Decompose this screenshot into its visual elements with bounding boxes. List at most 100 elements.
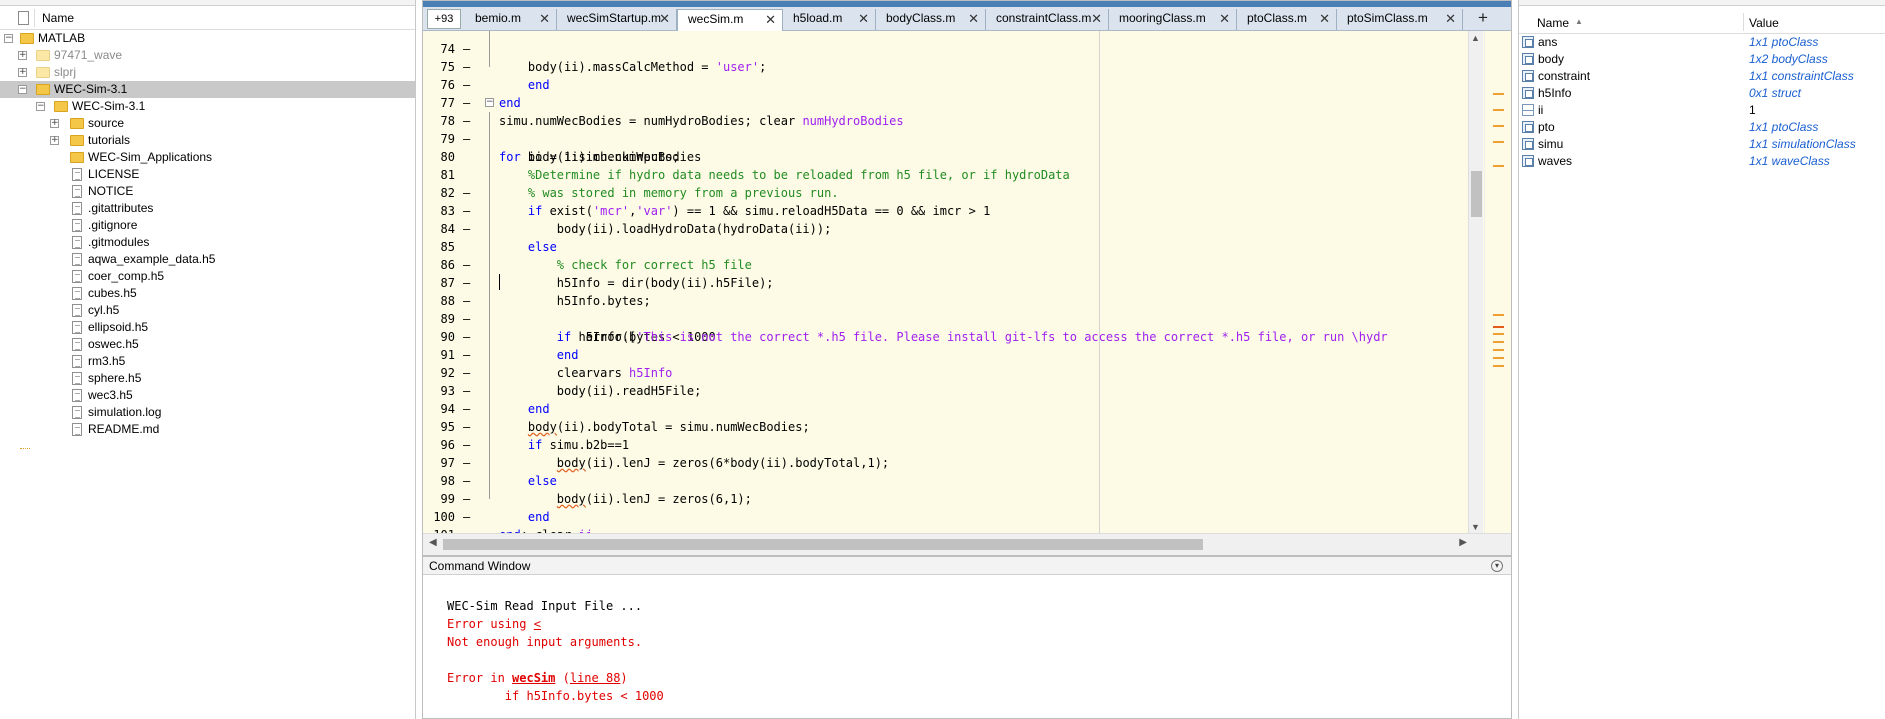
folder-item[interactable]: − MATLAB bbox=[0, 30, 415, 47]
file-item[interactable]: NOTICE bbox=[0, 183, 415, 200]
editor-tab[interactable]: constraintClass.m ✕ bbox=[986, 9, 1109, 30]
scroll-down-icon[interactable]: ▼ bbox=[1471, 522, 1480, 532]
folder-item[interactable]: − WEC-Sim-3.1 bbox=[0, 81, 415, 98]
workspace-column-header[interactable]: Name ▲ Value bbox=[1519, 10, 1885, 34]
code-line[interactable]: 92– body(ii).readH5File; bbox=[423, 346, 1485, 398]
workspace-variable-row[interactable]: pto 1x1 ptoClass bbox=[1519, 119, 1885, 136]
editor-tab[interactable]: bemio.m ✕ bbox=[465, 9, 557, 30]
name-column-label[interactable]: Name bbox=[42, 11, 74, 25]
code-line[interactable]: 81 % was stored in memory from a previou… bbox=[423, 148, 1485, 200]
close-icon[interactable]: ✕ bbox=[1219, 9, 1230, 28]
close-icon[interactable]: ✕ bbox=[1445, 9, 1456, 28]
file-item[interactable]: cyl.h5 bbox=[0, 302, 415, 319]
code-line[interactable]: 76– end bbox=[423, 58, 1485, 110]
code-line[interactable]: 87– h5Info.bytes; bbox=[423, 256, 1485, 308]
collapse-icon[interactable]: − bbox=[18, 85, 27, 94]
code-line[interactable]: 90– end bbox=[423, 310, 1485, 362]
code-line[interactable]: 78– − for ii = 1:simu.numWecBodies bbox=[423, 94, 1485, 165]
folder-item[interactable]: + source bbox=[0, 115, 415, 132]
warning-marker[interactable] bbox=[1493, 314, 1504, 316]
file-item[interactable]: .gitmodules bbox=[0, 234, 415, 251]
line-link[interactable]: line 88 bbox=[570, 671, 621, 685]
code-line[interactable]: 83– body(ii).loadHydroData(hydroData(ii)… bbox=[423, 184, 1485, 236]
file-item[interactable]: ellipsoid.h5 bbox=[0, 319, 415, 336]
code-line[interactable]: 97– else bbox=[423, 436, 1485, 488]
code-line[interactable]: 100– end; clear ii bbox=[423, 490, 1485, 534]
code-line-current[interactable]: 88– if h5Info.bytes < 1000 bbox=[423, 274, 1485, 344]
file-item[interactable]: .gitattributes bbox=[0, 200, 415, 217]
code-line[interactable]: 101 % PTO-Sim: read input, count bbox=[423, 508, 1485, 534]
code-line[interactable]: 74– body(ii).massCalcMethod = 'user'; bbox=[423, 31, 1485, 74]
close-icon[interactable]: ✕ bbox=[858, 9, 869, 28]
code-line[interactable]: 95– if simu.b2b==1 bbox=[423, 400, 1485, 452]
editor-tab[interactable]: bodyClass.m ✕ bbox=[876, 9, 986, 30]
code-line[interactable]: 79– body(ii).checkinputs; bbox=[423, 112, 1485, 164]
warning-marker[interactable] bbox=[1493, 341, 1504, 343]
warning-marker[interactable] bbox=[1493, 357, 1504, 359]
file-item[interactable]: LICENSE bbox=[0, 166, 415, 183]
close-icon[interactable]: ✕ bbox=[765, 10, 776, 29]
code-line[interactable]: 77– simu.numWecBodies = numHydroBodies; … bbox=[423, 76, 1485, 128]
hscroll-thumb[interactable] bbox=[443, 539, 1203, 550]
folder-item[interactable]: + tutorials bbox=[0, 132, 415, 149]
code-line[interactable]: 93– end bbox=[423, 364, 1485, 416]
expand-icon[interactable]: + bbox=[18, 51, 27, 60]
editor-tab[interactable]: ptoClass.m ✕ bbox=[1237, 9, 1337, 30]
code-line[interactable]: 99– end bbox=[423, 472, 1485, 524]
error-marker[interactable] bbox=[1493, 326, 1504, 328]
error-link[interactable]: < bbox=[534, 617, 541, 631]
warning-marker[interactable] bbox=[1493, 141, 1504, 143]
scroll-right-icon[interactable]: ▶ bbox=[1459, 537, 1467, 548]
add-tab-button[interactable]: + bbox=[1468, 9, 1498, 29]
file-item[interactable]: coer_comp.h5 bbox=[0, 268, 415, 285]
warning-marker[interactable] bbox=[1493, 165, 1504, 167]
folder-item[interactable]: + slprj bbox=[0, 64, 415, 81]
code-analyzer-bar[interactable] bbox=[1484, 31, 1511, 534]
close-icon[interactable]: ✕ bbox=[1091, 9, 1102, 28]
expand-icon[interactable]: + bbox=[50, 136, 59, 145]
folder-item[interactable]: +97471_wave bbox=[0, 47, 415, 64]
code-line[interactable]: 75– end bbox=[423, 40, 1485, 92]
editor-tab[interactable]: h5load.m ✕ bbox=[783, 9, 876, 30]
function-link[interactable]: wecSim bbox=[512, 671, 555, 685]
close-icon[interactable]: ✕ bbox=[659, 9, 670, 28]
file-item[interactable]: rm3.h5 bbox=[0, 353, 415, 370]
code-line[interactable]: 82– if exist('mcr','var') == 1 && simu.r… bbox=[423, 166, 1485, 218]
close-icon[interactable]: ✕ bbox=[968, 9, 979, 28]
code-line[interactable]: 85 % check for correct h5 file bbox=[423, 220, 1485, 272]
workspace-variable-row[interactable]: h5Info 0x1 struct bbox=[1519, 85, 1885, 102]
scroll-left-icon[interactable]: ◀ bbox=[429, 537, 437, 548]
expand-icon[interactable]: + bbox=[18, 68, 27, 77]
folder-item[interactable]: WEC-Sim_Applications bbox=[0, 149, 415, 166]
editor-horizontal-scrollbar[interactable]: ◀ ▶ bbox=[423, 533, 1511, 555]
code-line[interactable]: 96– body(ii).lenJ = zeros(6*body(ii).bod… bbox=[423, 418, 1485, 470]
editor-tab[interactable]: wecSim.m ✕ bbox=[677, 9, 783, 31]
fold-toggle[interactable]: − bbox=[485, 98, 494, 107]
file-item[interactable]: README.md bbox=[0, 421, 415, 438]
file-item[interactable]: aqwa_example_data.h5 bbox=[0, 251, 415, 268]
panel-menu-icon[interactable]: ▾ bbox=[1491, 560, 1503, 572]
editor-tab[interactable]: ptoSimClass.m ✕ bbox=[1337, 9, 1463, 30]
tab-overflow-button[interactable]: +93 bbox=[427, 9, 461, 29]
close-icon[interactable]: ✕ bbox=[539, 9, 550, 28]
editor-vertical-scrollbar[interactable]: ▲ ▼ bbox=[1468, 31, 1483, 534]
expand-icon[interactable]: + bbox=[50, 119, 59, 128]
file-item[interactable]: cubes.h5 bbox=[0, 285, 415, 302]
name-column-label[interactable]: Name bbox=[1537, 16, 1569, 30]
value-column-label[interactable]: Value bbox=[1749, 16, 1779, 30]
collapse-icon[interactable]: − bbox=[4, 34, 13, 43]
workspace-variable-row[interactable]: waves 1x1 waveClass bbox=[1519, 153, 1885, 170]
command-window[interactable]: Command Window ▾ WEC-Sim Read Input File… bbox=[422, 556, 1512, 719]
file-item[interactable]: .gitignore bbox=[0, 217, 415, 234]
folder-item[interactable]: − WEC-Sim-3.1 bbox=[0, 98, 415, 115]
warning-marker[interactable] bbox=[1493, 125, 1504, 127]
current-folder-column-header[interactable]: Name bbox=[0, 6, 415, 30]
warning-marker[interactable] bbox=[1493, 93, 1504, 95]
code-line[interactable]: 98– body(ii).lenJ = zeros(6,1); bbox=[423, 454, 1485, 506]
editor-tab[interactable]: mooringClass.m ✕ bbox=[1109, 9, 1237, 30]
sort-ascending-icon[interactable]: ▲ bbox=[1575, 17, 1583, 26]
workspace-variable-row[interactable]: ii 1 bbox=[1519, 102, 1885, 119]
code-line[interactable]: 94– body(ii).bodyTotal = simu.numWecBodi… bbox=[423, 382, 1485, 434]
code-line[interactable]: 80 %Determine if hydro data needs to be … bbox=[423, 130, 1485, 182]
warning-marker[interactable] bbox=[1493, 109, 1504, 111]
